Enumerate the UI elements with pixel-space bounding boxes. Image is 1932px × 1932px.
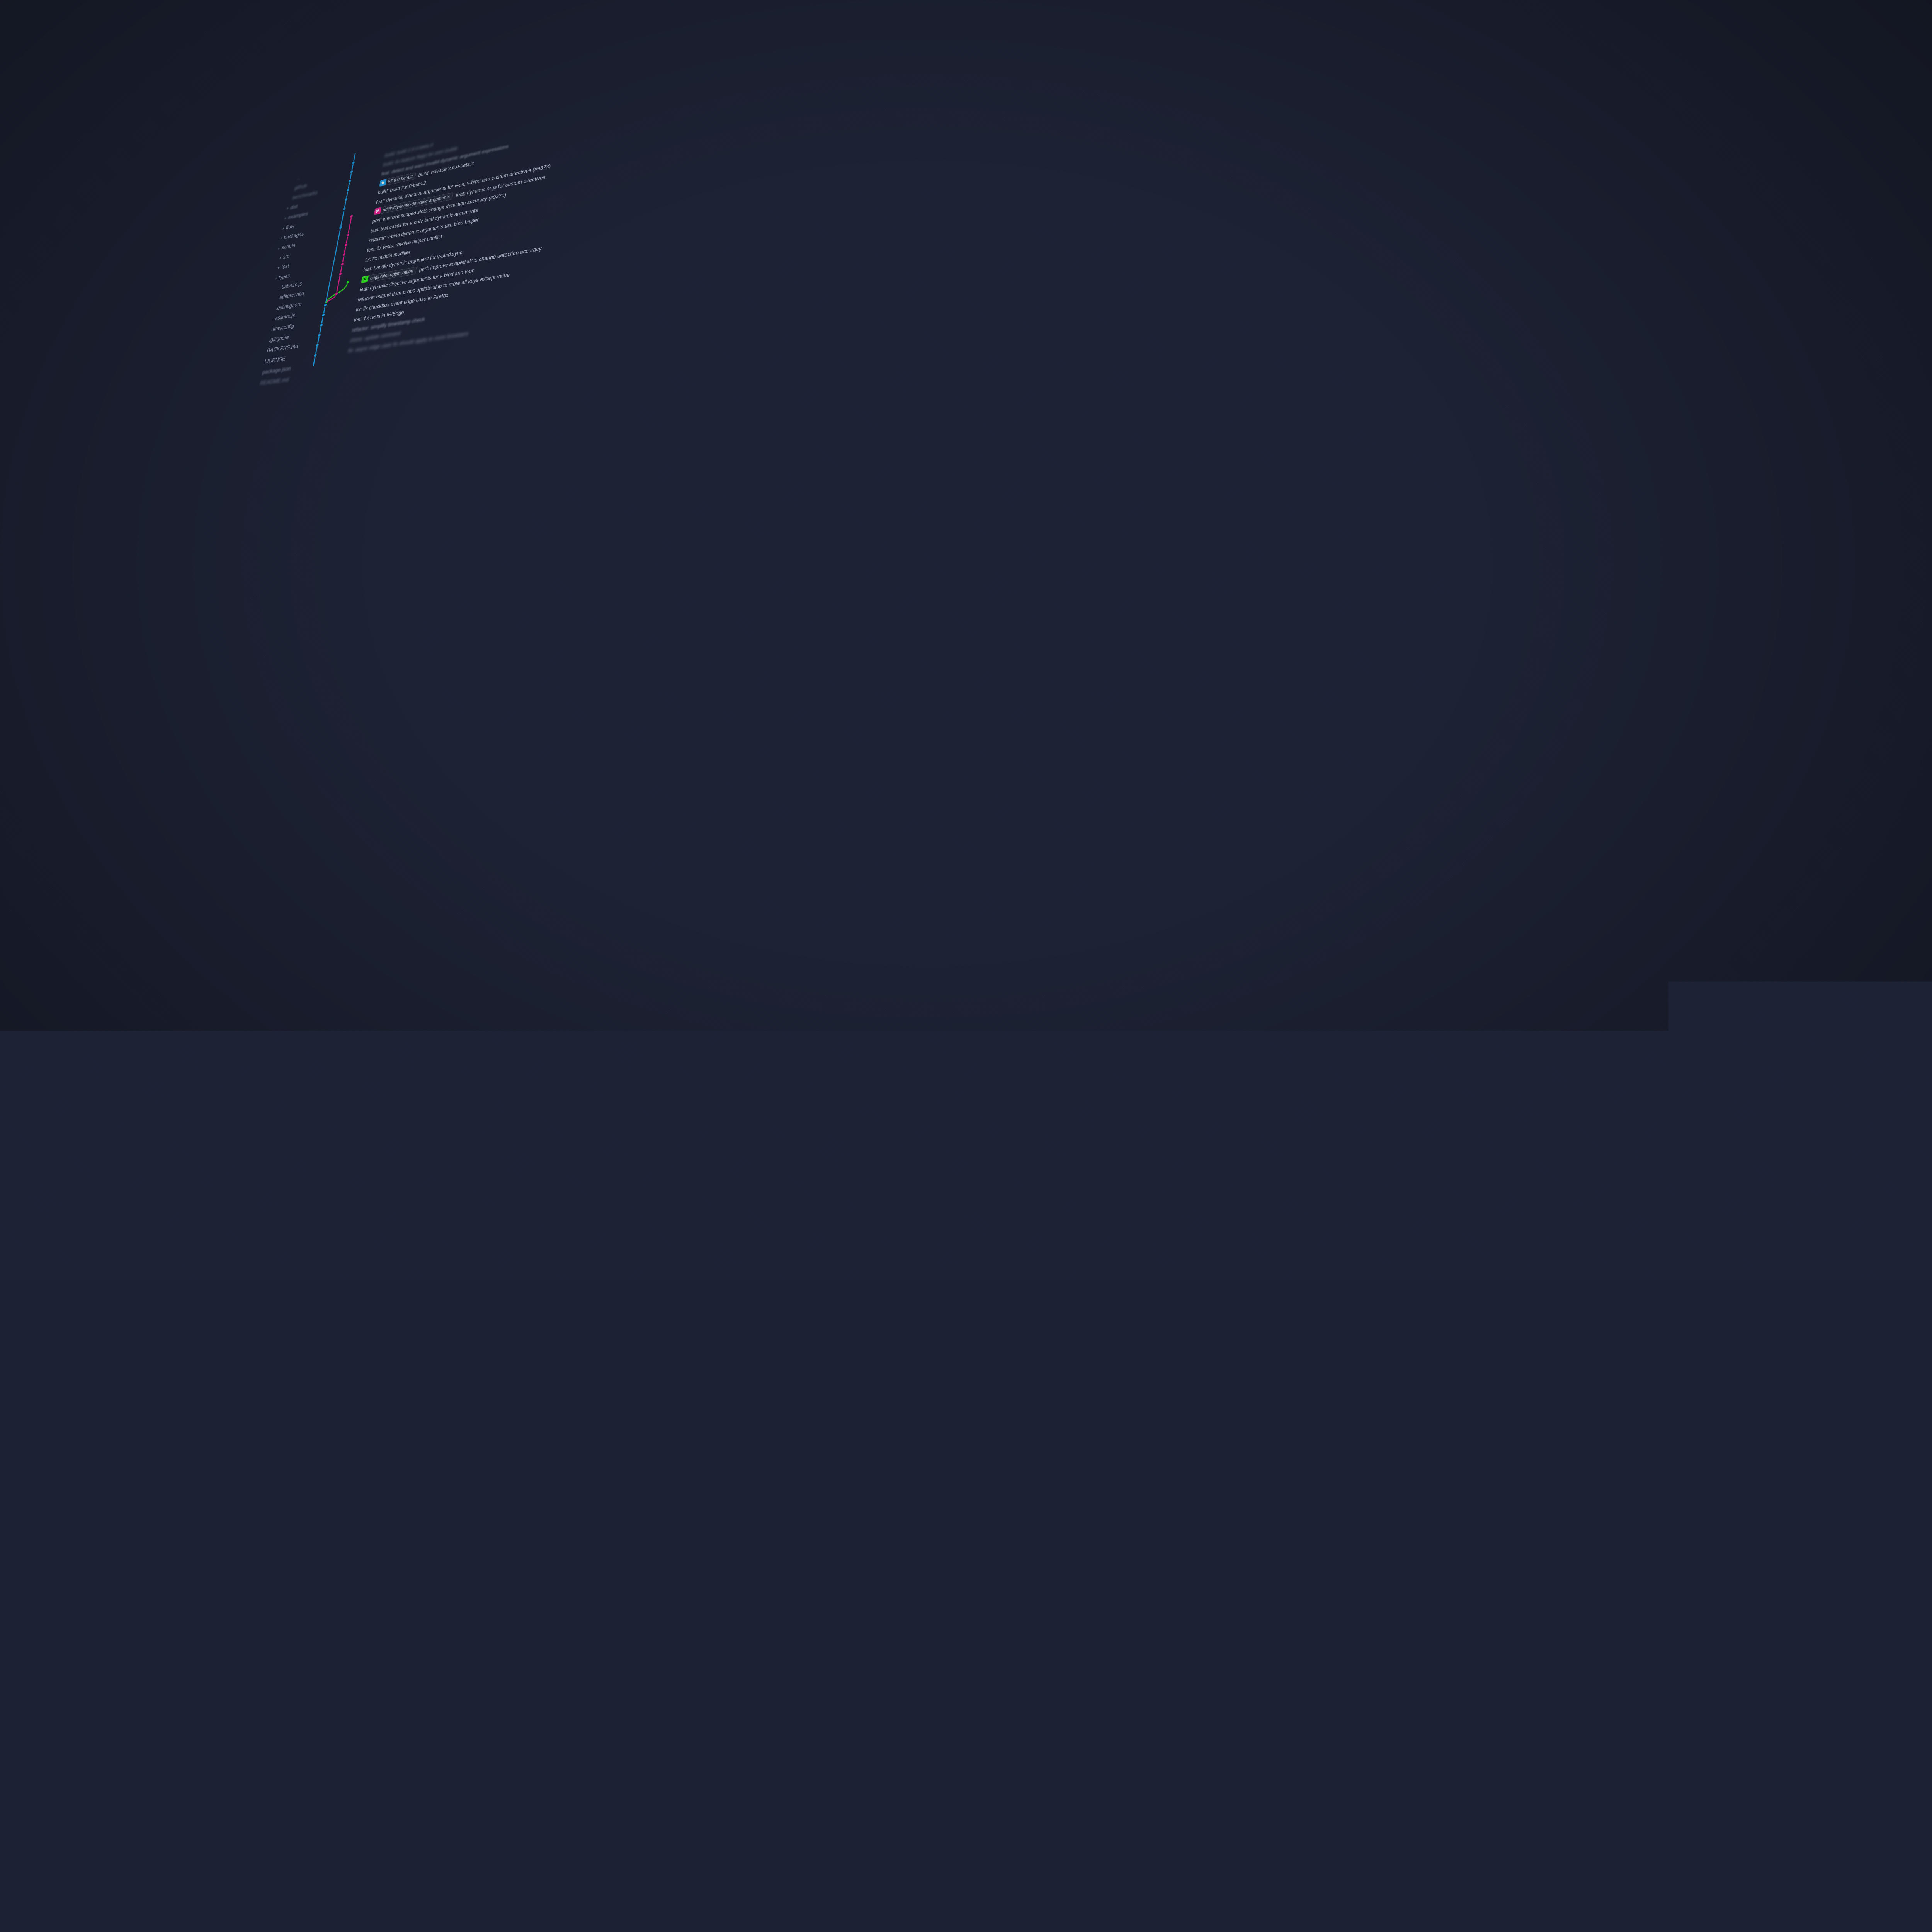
tree-item-label: ... <box>296 173 301 183</box>
chevron-icon <box>282 227 284 229</box>
commit-list: build: build 2.6.0-beta.3build: fix feat… <box>136 0 1932 1932</box>
chevron-icon <box>287 207 289 209</box>
chevron-icon <box>275 277 277 279</box>
chevron-icon <box>278 247 280 249</box>
chevron-icon <box>285 217 287 219</box>
chevron-icon <box>277 267 280 269</box>
chevron-icon <box>281 237 282 239</box>
chevron-icon <box>280 257 282 259</box>
